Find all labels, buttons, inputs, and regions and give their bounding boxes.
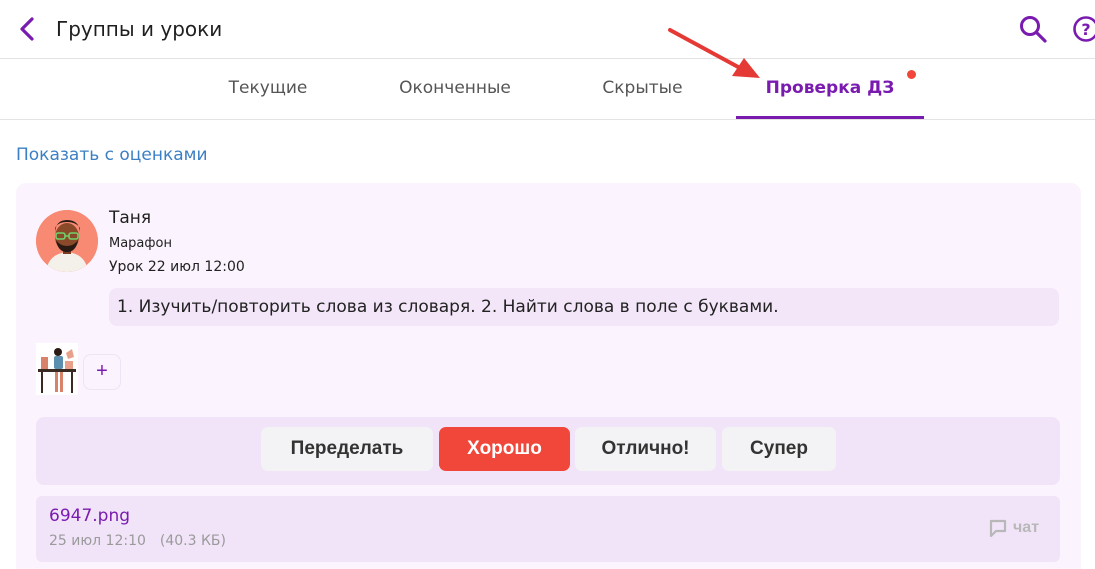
grade-good-button[interactable]: Хорошо bbox=[439, 427, 570, 471]
grade-super-button[interactable]: Супер bbox=[722, 427, 836, 471]
notification-dot bbox=[907, 70, 916, 79]
chat-label: чат bbox=[1013, 519, 1040, 536]
add-attachment-button[interactable]: + bbox=[83, 354, 121, 390]
show-with-grades-link[interactable]: Показать с оценками bbox=[16, 145, 208, 165]
chevron-left-icon bbox=[20, 17, 34, 41]
file-link[interactable]: 6947.png bbox=[49, 506, 130, 526]
chat-bubble-icon bbox=[989, 519, 1007, 538]
attachment-thumbnail[interactable] bbox=[36, 343, 78, 395]
homework-submission-card: Таня Марафон Урок 22 июл 12:00 1. Изучит… bbox=[16, 183, 1081, 569]
search-icon bbox=[1020, 16, 1047, 43]
tab-hidden[interactable]: Скрытые bbox=[585, 59, 700, 119]
grade-excellent-button[interactable]: Отлично! bbox=[575, 427, 716, 471]
tab-bar: Текущие Оконченные Скрытые Проверка ДЗ bbox=[0, 59, 1095, 120]
page-title: Группы и уроки bbox=[56, 17, 223, 41]
file-meta: 25 июл 12:10 (40.3 КБ) bbox=[49, 533, 226, 549]
tab-homework-check[interactable]: Проверка ДЗ bbox=[736, 59, 924, 119]
back-button[interactable] bbox=[14, 14, 42, 44]
homework-task-text: 1. Изучить/повторить слова из словаря. 2… bbox=[109, 288, 1059, 326]
help-button[interactable]: ? bbox=[1072, 14, 1095, 44]
tab-current[interactable]: Текущие bbox=[212, 59, 324, 119]
avatar bbox=[36, 210, 98, 272]
app-header: Группы и уроки ? bbox=[0, 0, 1095, 59]
grade-selector: Переделать Хорошо Отлично! Супер bbox=[36, 417, 1060, 485]
lesson-date: Урок 22 июл 12:00 bbox=[109, 259, 245, 275]
chat-button[interactable]: чат bbox=[988, 516, 1039, 540]
submitted-file-row: 6947.png 25 июл 12:10 (40.3 КБ) чат bbox=[36, 496, 1060, 562]
grade-redo-button[interactable]: Переделать bbox=[261, 427, 433, 471]
student-name: Таня bbox=[109, 208, 152, 228]
tab-finished[interactable]: Оконченные bbox=[386, 59, 524, 119]
search-button[interactable] bbox=[1018, 14, 1048, 44]
svg-text:?: ? bbox=[1081, 20, 1090, 39]
file-date: 25 июл 12:10 bbox=[49, 533, 146, 549]
course-name: Марафон bbox=[109, 236, 172, 251]
file-size: (40.3 КБ) bbox=[159, 533, 226, 549]
help-icon: ? bbox=[1073, 16, 1095, 42]
